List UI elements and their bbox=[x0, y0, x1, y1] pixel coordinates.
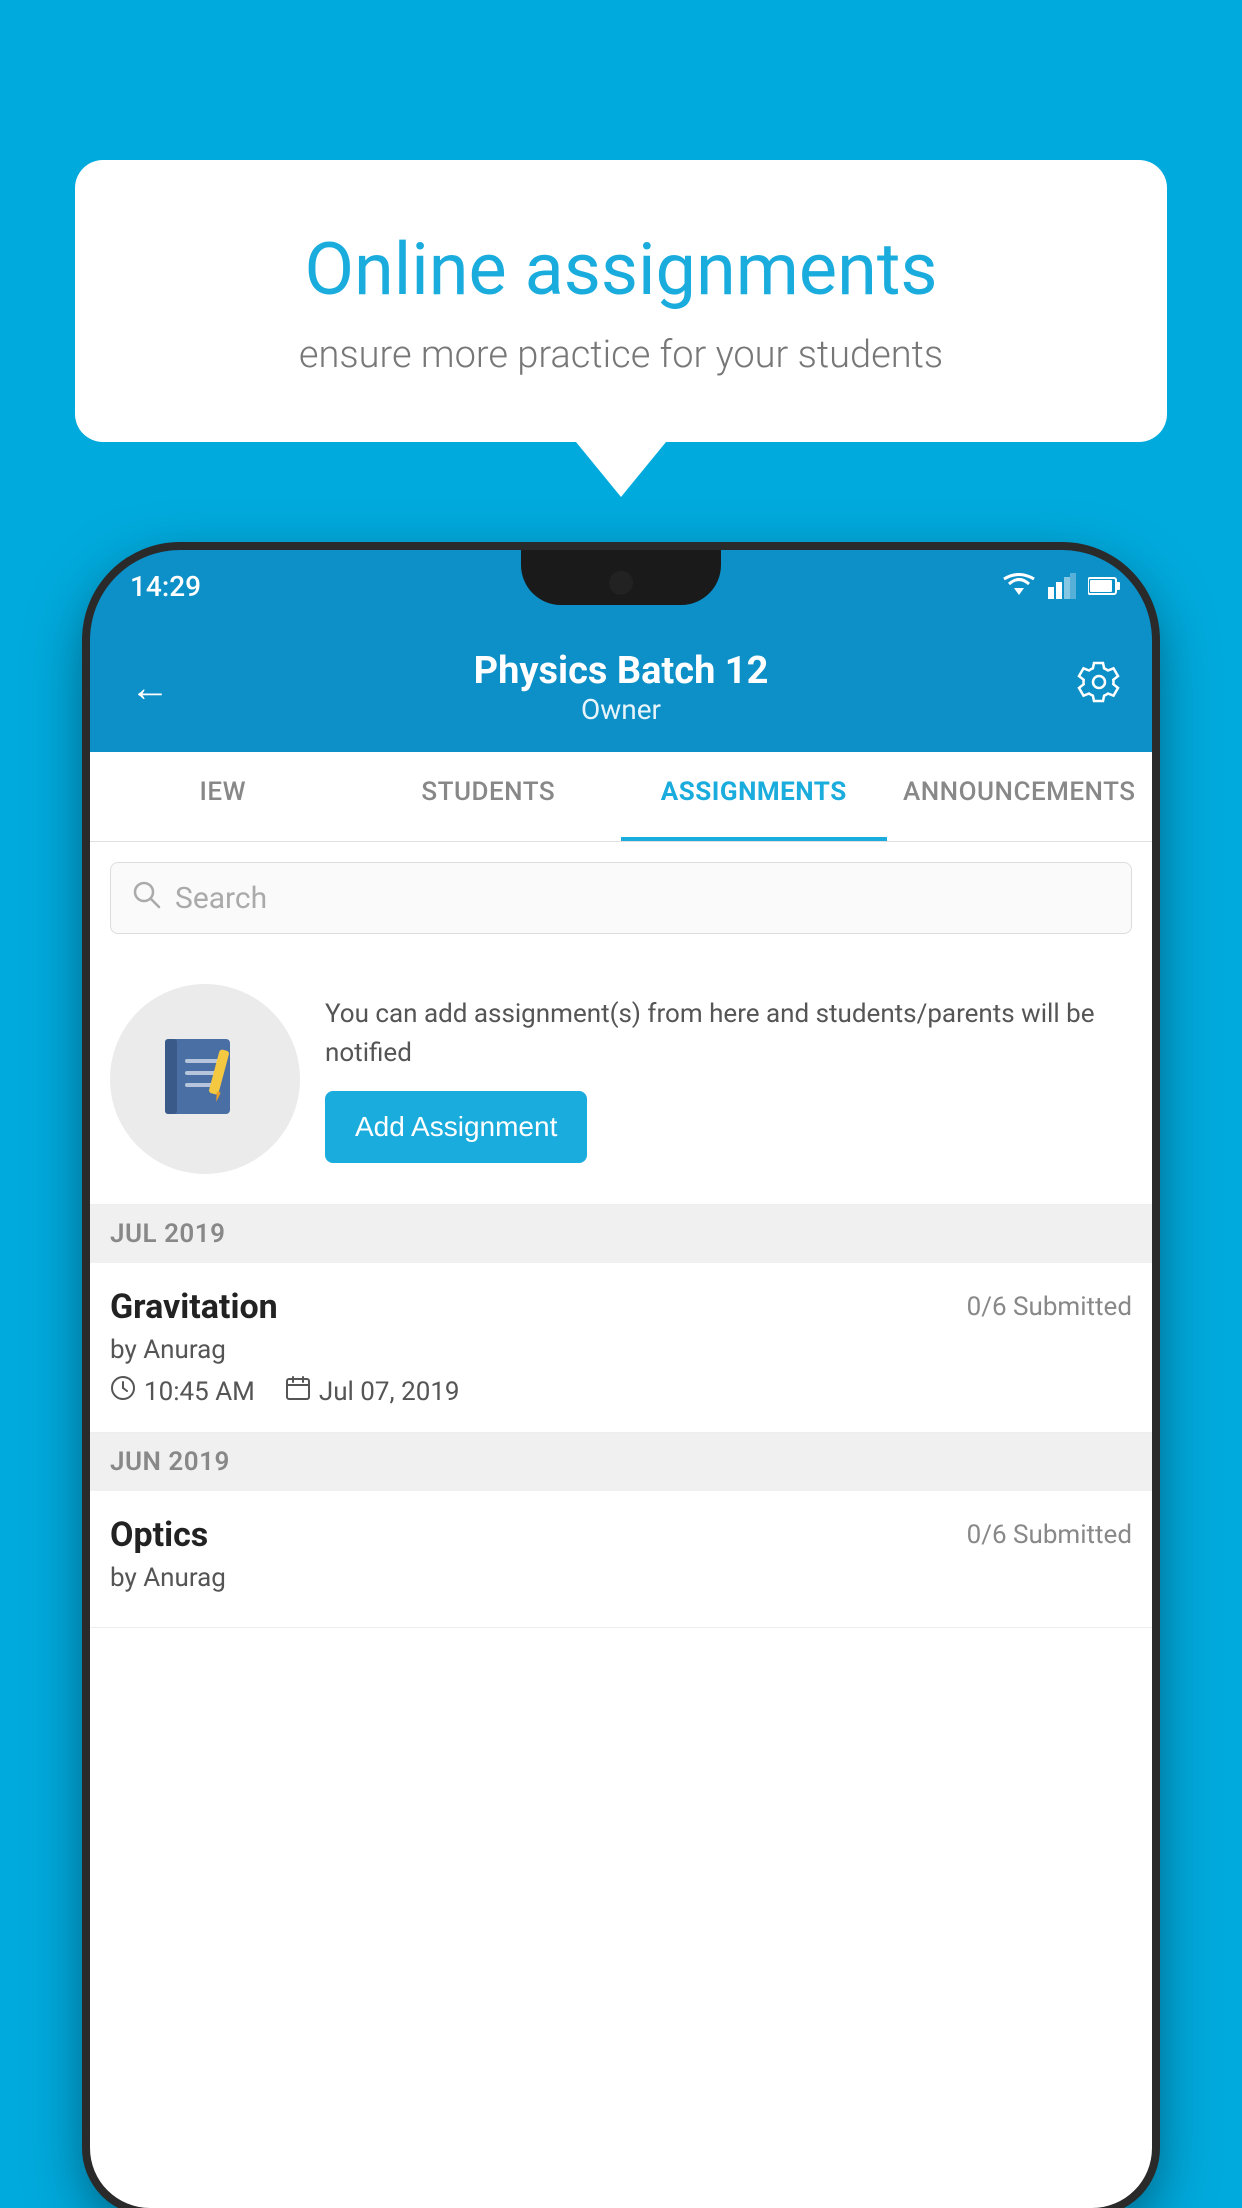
status-icons bbox=[1002, 573, 1122, 599]
assignment-date-text: Jul 07, 2019 bbox=[319, 1377, 460, 1407]
phone-notch bbox=[521, 550, 721, 605]
assignment-time-text: 10:45 AM bbox=[144, 1377, 255, 1407]
assignment-title-gravitation: Gravitation bbox=[110, 1287, 278, 1327]
assignment-item-optics[interactable]: Optics 0/6 Submitted by Anurag bbox=[90, 1491, 1152, 1628]
app-bar-title-block: Physics Batch 12 Owner bbox=[474, 649, 769, 726]
assignment-date: Jul 07, 2019 bbox=[285, 1375, 460, 1408]
battery-icon bbox=[1088, 576, 1122, 596]
speech-bubble-title: Online assignments bbox=[155, 230, 1087, 309]
tab-iew[interactable]: IEW bbox=[90, 752, 356, 841]
assignment-meta-gravitation: 10:45 AM Jul 07, 2019 bbox=[110, 1375, 1132, 1408]
app-bar-subtitle: Owner bbox=[474, 693, 769, 726]
signal-icon bbox=[1048, 573, 1076, 599]
tab-announcements[interactable]: ANNOUNCEMENTS bbox=[887, 752, 1153, 841]
assignment-by-optics: by Anurag bbox=[110, 1563, 1132, 1593]
search-bar-container: Search bbox=[90, 842, 1152, 954]
tabs-bar: IEW STUDENTS ASSIGNMENTS ANNOUNCEMENTS bbox=[90, 752, 1152, 842]
promo-block: You can add assignment(s) from here and … bbox=[90, 954, 1152, 1205]
assignment-by-gravitation: by Anurag bbox=[110, 1335, 1132, 1365]
tab-assignments[interactable]: ASSIGNMENTS bbox=[621, 752, 887, 841]
calendar-icon bbox=[285, 1375, 311, 1408]
search-bar[interactable]: Search bbox=[110, 862, 1132, 934]
section-header-jul: JUL 2019 bbox=[90, 1205, 1152, 1263]
settings-button[interactable] bbox=[1076, 659, 1122, 715]
phone-frame: 14:29 bbox=[90, 550, 1152, 2208]
assignment-top-row: Gravitation 0/6 Submitted bbox=[110, 1287, 1132, 1327]
assignment-time: 10:45 AM bbox=[110, 1375, 255, 1408]
assignment-title-optics: Optics bbox=[110, 1515, 208, 1555]
assignment-item-gravitation[interactable]: Gravitation 0/6 Submitted by Anurag bbox=[90, 1263, 1152, 1433]
section-header-jun: JUN 2019 bbox=[90, 1433, 1152, 1491]
status-time: 14:29 bbox=[130, 570, 201, 603]
speech-bubble-arrow bbox=[576, 442, 666, 497]
promo-text-block: You can add assignment(s) from here and … bbox=[325, 995, 1132, 1163]
speech-bubble: Online assignments ensure more practice … bbox=[75, 160, 1167, 442]
tab-students[interactable]: STUDENTS bbox=[356, 752, 622, 841]
search-icon bbox=[131, 879, 161, 917]
notebook-icon bbox=[155, 1029, 255, 1129]
add-assignment-button[interactable]: Add Assignment bbox=[325, 1091, 587, 1163]
speech-bubble-subtitle: ensure more practice for your students bbox=[155, 333, 1087, 377]
wifi-icon bbox=[1002, 573, 1036, 599]
speech-bubble-wrapper: Online assignments ensure more practice … bbox=[75, 160, 1167, 497]
search-placeholder: Search bbox=[175, 881, 267, 916]
back-button[interactable]: ← bbox=[120, 654, 180, 721]
promo-icon-circle bbox=[110, 984, 300, 1174]
app-bar: ← Physics Batch 12 Owner bbox=[90, 622, 1152, 752]
phone-content: Search bbox=[90, 842, 1152, 2208]
app-bar-title: Physics Batch 12 bbox=[474, 649, 769, 693]
assignment-status-optics: 0/6 Submitted bbox=[967, 1520, 1132, 1550]
assignment-status-gravitation: 0/6 Submitted bbox=[967, 1292, 1132, 1322]
promo-description: You can add assignment(s) from here and … bbox=[325, 995, 1132, 1073]
assignment-top-row-optics: Optics 0/6 Submitted bbox=[110, 1515, 1132, 1555]
clock-icon bbox=[110, 1375, 136, 1408]
